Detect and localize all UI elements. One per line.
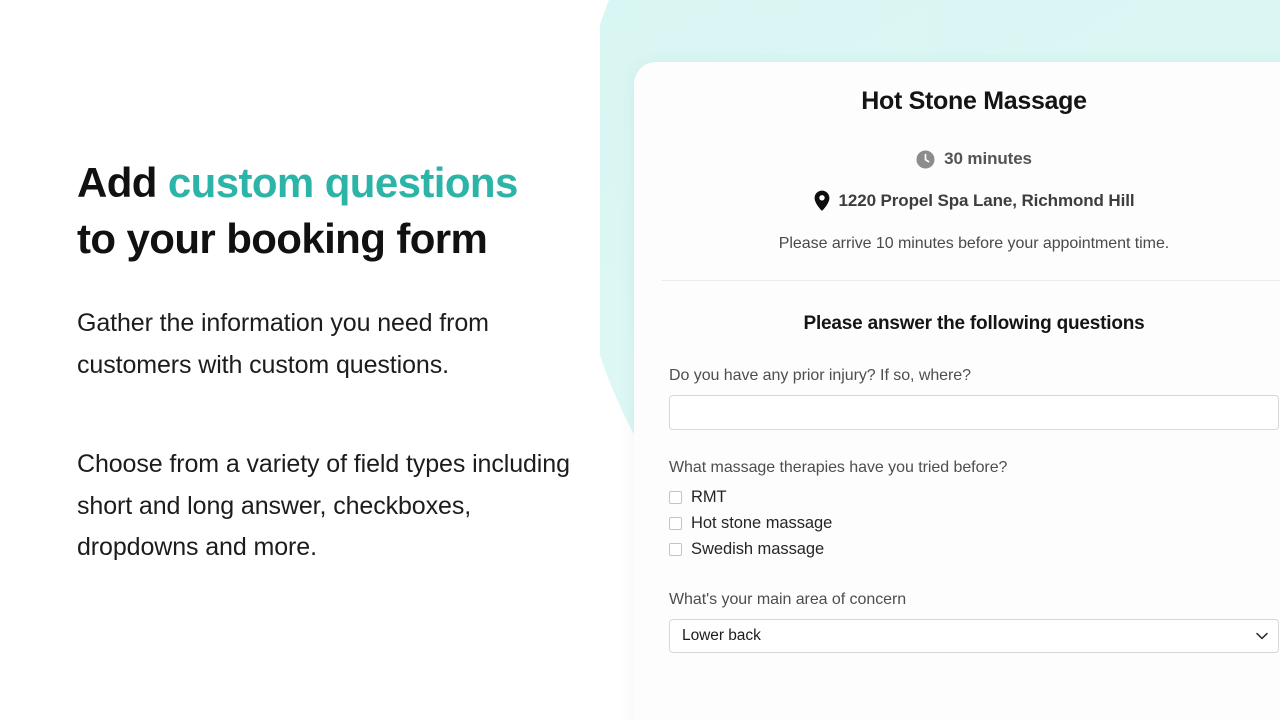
headline-suffix: to your booking form (77, 215, 488, 262)
checkbox-row[interactable]: RMT (669, 484, 1279, 510)
checkbox-row[interactable]: Hot stone massage (669, 510, 1279, 536)
field-therapies-tried: What massage therapies have you tried be… (669, 457, 1279, 562)
field-label-therapies-tried: What massage therapies have you tried be… (669, 459, 1008, 476)
headline-prefix: Add (77, 159, 168, 206)
location-row: 1220 Propel Spa Lane, Richmond Hill (662, 190, 1280, 211)
questions-section: Please answer the following questions Do… (634, 281, 1280, 653)
area-of-concern-select[interactable]: Lower back (669, 619, 1279, 653)
service-title: Hot Stone Massage (861, 87, 1087, 115)
checkbox-label: Swedish massage (691, 540, 825, 558)
field-prior-injury: Do you have any prior injury? If so, whe… (669, 365, 1279, 430)
marketing-paragraph-2: Choose from a variety of field types inc… (77, 450, 570, 561)
map-pin-icon (814, 190, 830, 211)
page-root: Add custom questions to your booking form… (0, 0, 1280, 720)
booking-card: Hot Stone Massage 30 minutes 1220 Propel… (634, 62, 1280, 720)
card-header: Hot Stone Massage 30 minutes 1220 Propel… (634, 62, 1280, 281)
arrival-note: Please arrive 10 minutes before your app… (778, 235, 1170, 252)
page-title: Add custom questions to your booking form (77, 155, 577, 267)
clock-icon (916, 150, 935, 169)
area-of-concern-select-wrap[interactable]: Lower back (669, 619, 1279, 653)
select-value: Lower back (682, 627, 761, 644)
field-label-area-of-concern: What's your main area of concern (669, 591, 907, 608)
checkbox-row[interactable]: Swedish massage (669, 536, 1279, 562)
headline-accent: custom questions (167, 159, 518, 206)
marketing-panel: Add custom questions to your booking form… (0, 0, 600, 720)
therapies-checkbox-list: RMT Hot stone massage Swedish massage (669, 484, 1279, 562)
marketing-paragraph-1: Gather the information you need from cus… (77, 309, 489, 379)
checkbox-label: RMT (691, 488, 727, 506)
field-area-of-concern: What's your main area of concern Lower b… (669, 589, 1279, 653)
field-label-prior-injury: Do you have any prior injury? If so, whe… (669, 367, 972, 384)
checkbox-icon[interactable] (669, 516, 682, 530)
address-label: 1220 Propel Spa Lane, Richmond Hill (838, 190, 1135, 210)
questions-heading: Please answer the following questions (803, 313, 1145, 334)
checkbox-icon[interactable] (669, 542, 682, 556)
duration-row: 30 minutes (662, 149, 1280, 169)
prior-injury-input[interactable] (669, 395, 1279, 430)
duration-label: 30 minutes (944, 149, 1032, 168)
checkbox-icon[interactable] (669, 490, 682, 504)
checkbox-label: Hot stone massage (691, 514, 833, 532)
